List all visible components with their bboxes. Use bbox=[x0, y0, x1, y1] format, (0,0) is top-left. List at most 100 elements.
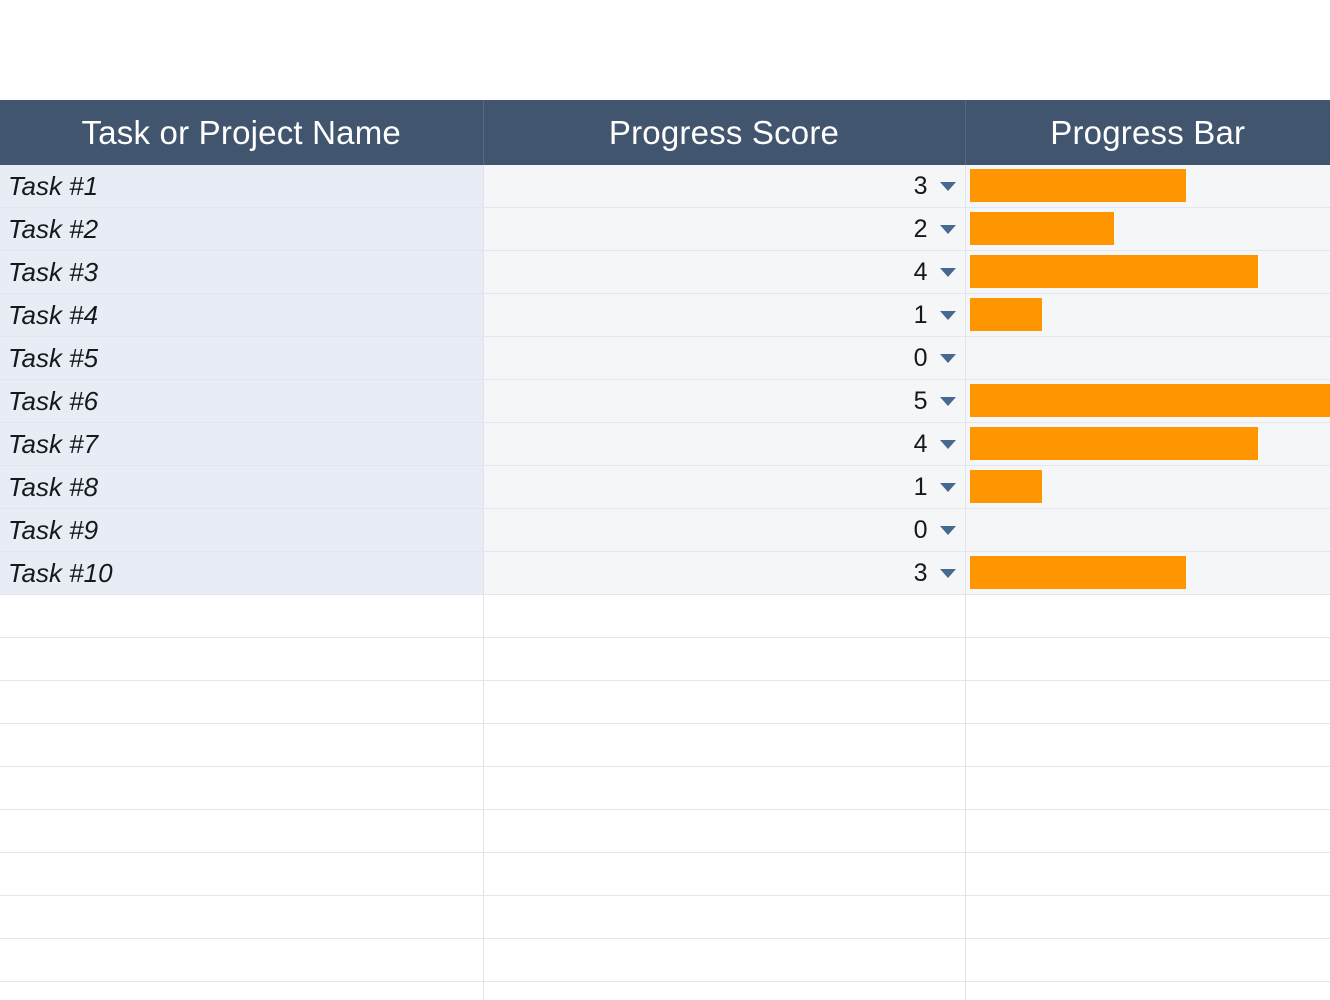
chevron-down-icon[interactable] bbox=[939, 181, 956, 191]
empty-cell[interactable] bbox=[0, 637, 484, 681]
chevron-down-icon[interactable] bbox=[939, 267, 956, 277]
table-row[interactable]: Task #7 4 bbox=[0, 422, 1330, 466]
progress-score-cell[interactable]: 4 bbox=[483, 422, 966, 466]
progress-score-cell[interactable]: 0 bbox=[483, 508, 966, 552]
task-name-cell[interactable]: Task #6 bbox=[0, 379, 484, 423]
score-value: 2 bbox=[913, 214, 928, 243]
chevron-down-icon[interactable] bbox=[939, 568, 956, 578]
column-header-progress-score[interactable]: Progress Score bbox=[483, 100, 966, 165]
empty-cell[interactable] bbox=[965, 766, 1330, 810]
score-control[interactable]: 3 bbox=[484, 165, 965, 207]
empty-table-row[interactable] bbox=[0, 895, 1330, 939]
empty-cell[interactable] bbox=[0, 809, 484, 853]
empty-cell[interactable] bbox=[965, 981, 1330, 1000]
score-control[interactable]: 0 bbox=[484, 509, 965, 551]
task-name-cell[interactable]: Task #1 bbox=[0, 165, 484, 208]
empty-cell[interactable] bbox=[0, 680, 484, 724]
table-row[interactable]: Task #4 1 bbox=[0, 293, 1330, 337]
empty-cell[interactable] bbox=[483, 981, 966, 1000]
empty-cell[interactable] bbox=[483, 938, 966, 982]
empty-cell[interactable] bbox=[965, 594, 1330, 638]
empty-cell[interactable] bbox=[965, 852, 1330, 896]
progress-bar-cell bbox=[965, 336, 1330, 380]
task-name-cell[interactable]: Task #8 bbox=[0, 465, 484, 509]
empty-cell[interactable] bbox=[483, 809, 966, 853]
progress-score-cell[interactable]: 3 bbox=[483, 165, 966, 208]
empty-cell[interactable] bbox=[0, 938, 484, 982]
task-name-cell[interactable]: Task #4 bbox=[0, 293, 484, 337]
task-name-cell[interactable]: Task #10 bbox=[0, 551, 484, 595]
empty-cell[interactable] bbox=[0, 723, 484, 767]
progress-score-cell[interactable]: 4 bbox=[483, 250, 966, 294]
empty-cell[interactable] bbox=[0, 852, 484, 896]
task-name-cell[interactable]: Task #7 bbox=[0, 422, 484, 466]
chevron-down-icon[interactable] bbox=[939, 353, 956, 363]
empty-cell[interactable] bbox=[483, 895, 966, 939]
empty-cell[interactable] bbox=[0, 766, 484, 810]
score-control[interactable]: 2 bbox=[484, 208, 965, 250]
empty-table-row[interactable] bbox=[0, 637, 1330, 681]
column-header-task-name[interactable]: Task or Project Name bbox=[0, 100, 484, 165]
empty-table-row[interactable] bbox=[0, 723, 1330, 767]
empty-cell[interactable] bbox=[965, 680, 1330, 724]
task-name-cell[interactable]: Task #2 bbox=[0, 207, 484, 251]
score-control[interactable]: 5 bbox=[484, 380, 965, 422]
chevron-down-icon[interactable] bbox=[939, 396, 956, 406]
table-row[interactable]: Task #2 2 bbox=[0, 207, 1330, 251]
task-name-cell[interactable]: Task #9 bbox=[0, 508, 484, 552]
empty-table-row[interactable] bbox=[0, 938, 1330, 982]
progress-score-cell[interactable]: 1 bbox=[483, 293, 966, 337]
empty-cell[interactable] bbox=[0, 895, 484, 939]
empty-table-row[interactable] bbox=[0, 809, 1330, 853]
empty-cell[interactable] bbox=[965, 723, 1330, 767]
chevron-down-icon[interactable] bbox=[939, 224, 956, 234]
chevron-down-icon[interactable] bbox=[939, 482, 956, 492]
column-header-progress-bar[interactable]: Progress Bar bbox=[965, 100, 1330, 165]
score-control[interactable]: 1 bbox=[484, 294, 965, 336]
empty-cell[interactable] bbox=[965, 637, 1330, 681]
empty-table-row[interactable] bbox=[0, 594, 1330, 638]
score-control[interactable]: 1 bbox=[484, 466, 965, 508]
progress-score-cell[interactable]: 1 bbox=[483, 465, 966, 509]
progress-score-cell[interactable]: 0 bbox=[483, 336, 966, 380]
empty-table-row[interactable] bbox=[0, 852, 1330, 896]
chevron-down-icon[interactable] bbox=[939, 310, 956, 320]
table-row[interactable]: Task #5 0 bbox=[0, 336, 1330, 380]
empty-cell[interactable] bbox=[483, 637, 966, 681]
empty-cell[interactable] bbox=[483, 594, 966, 638]
table-row[interactable]: Task #1 3 bbox=[0, 165, 1330, 208]
empty-cell[interactable] bbox=[0, 594, 484, 638]
score-control[interactable]: 3 bbox=[484, 552, 965, 594]
progress-bar-track bbox=[966, 337, 1330, 379]
empty-cell[interactable] bbox=[483, 766, 966, 810]
progress-bar-cell bbox=[965, 551, 1330, 595]
task-name-cell[interactable]: Task #3 bbox=[0, 250, 484, 294]
empty-table-row[interactable] bbox=[0, 680, 1330, 724]
progress-score-cell[interactable]: 3 bbox=[483, 551, 966, 595]
empty-cell[interactable] bbox=[0, 981, 484, 1000]
table-row[interactable]: Task #8 1 bbox=[0, 465, 1330, 509]
task-name-cell[interactable]: Task #5 bbox=[0, 336, 484, 380]
empty-cell[interactable] bbox=[965, 938, 1330, 982]
empty-table-row[interactable] bbox=[0, 766, 1330, 810]
empty-cell[interactable] bbox=[483, 852, 966, 896]
chevron-down-icon[interactable] bbox=[939, 525, 956, 535]
chevron-down-icon[interactable] bbox=[939, 439, 956, 449]
empty-cell[interactable] bbox=[965, 895, 1330, 939]
table-row[interactable]: Task #9 0 bbox=[0, 508, 1330, 552]
table-row[interactable]: Task #10 3 bbox=[0, 551, 1330, 595]
empty-cell[interactable] bbox=[483, 723, 966, 767]
table-row[interactable]: Task #3 4 bbox=[0, 250, 1330, 294]
progress-bar-track bbox=[966, 208, 1330, 250]
empty-table-row[interactable] bbox=[0, 981, 1330, 1000]
progress-score-cell[interactable]: 5 bbox=[483, 379, 966, 423]
score-control[interactable]: 4 bbox=[484, 423, 965, 465]
spreadsheet-canvas: Task or Project Name Progress Score Prog… bbox=[0, 0, 1330, 1000]
table-row[interactable]: Task #6 5 bbox=[0, 379, 1330, 423]
score-control[interactable]: 4 bbox=[484, 251, 965, 293]
empty-cell[interactable] bbox=[483, 680, 966, 724]
score-control[interactable]: 0 bbox=[484, 337, 965, 379]
empty-cell[interactable] bbox=[965, 809, 1330, 853]
progress-score-cell[interactable]: 2 bbox=[483, 207, 966, 251]
table-body: Task #1 3 Task #2 2 Task #3 4 Task #4 1 Task #5 0… bbox=[0, 165, 1330, 1000]
